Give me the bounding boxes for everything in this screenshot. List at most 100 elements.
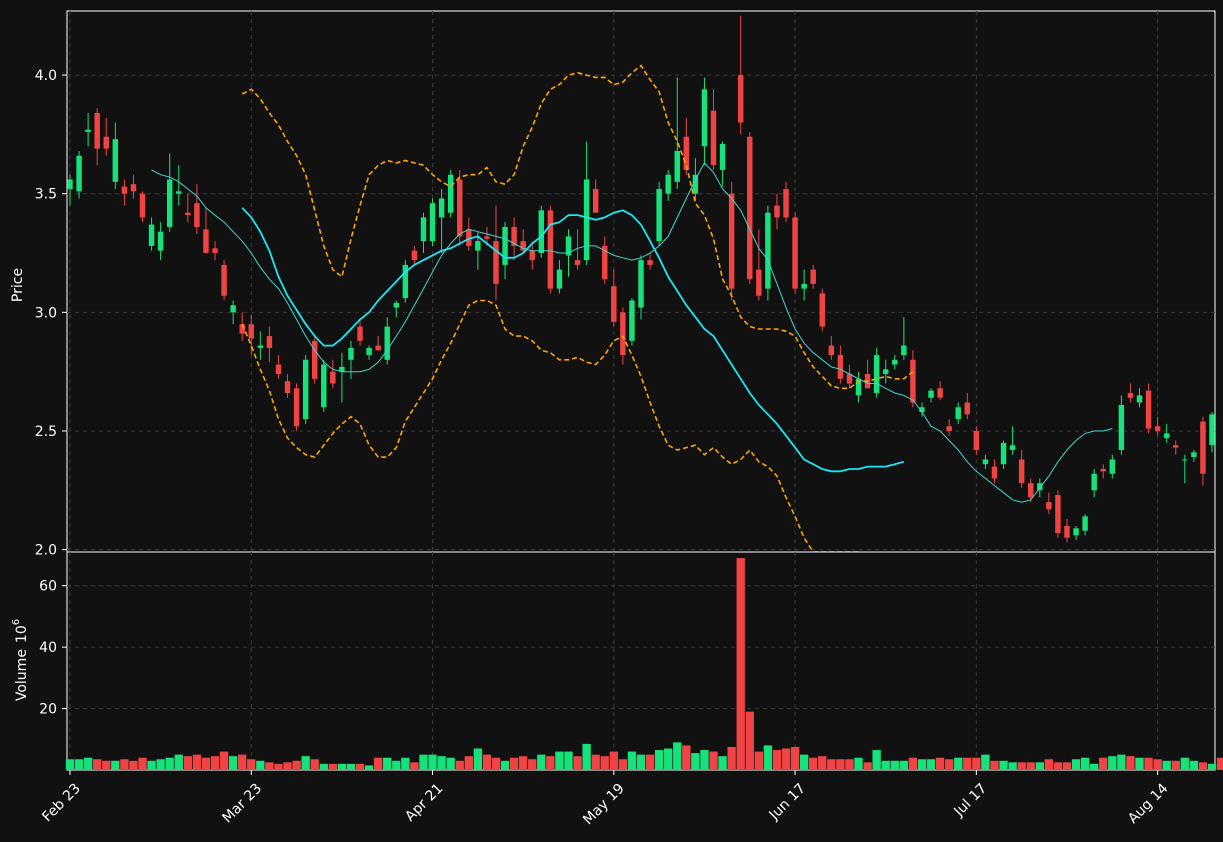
price-tick-label: 3.0	[35, 305, 57, 321]
candle-body	[157, 231, 164, 251]
candle-body	[1145, 390, 1152, 429]
volume-bar	[990, 760, 999, 770]
volume-bar	[310, 759, 319, 770]
volume-bar	[138, 757, 147, 770]
volume-bar	[93, 759, 102, 770]
candle-body	[321, 364, 327, 408]
volume-bar	[1117, 754, 1126, 770]
candle-body	[901, 345, 907, 356]
volume-bar	[364, 765, 374, 770]
volume-bar	[627, 751, 637, 770]
volume-bar	[238, 754, 247, 770]
volume-bar	[1198, 762, 1208, 770]
volume-bar	[192, 754, 202, 770]
candle-body	[783, 188, 789, 218]
candle-body	[67, 179, 73, 189]
volume-bar	[908, 757, 918, 770]
candle-body	[1064, 525, 1070, 538]
volume-bar	[74, 759, 84, 770]
volume-bar	[790, 746, 800, 770]
candle-body	[1173, 445, 1179, 448]
volume-bar	[890, 760, 899, 770]
volume-bar	[809, 757, 818, 770]
candle-body	[230, 305, 236, 313]
candle-body	[837, 355, 844, 379]
volume-tick-label: 40	[39, 640, 57, 656]
volume-bar	[863, 762, 872, 770]
volume-bar	[1189, 760, 1199, 770]
volume-bar	[1026, 762, 1035, 770]
candle-body	[257, 345, 264, 348]
candle-body	[348, 347, 354, 360]
volume-bar	[1090, 763, 1099, 770]
volume-bar	[455, 760, 464, 770]
volume-bar	[636, 754, 646, 770]
volume-tick-label: 60	[39, 579, 57, 595]
volume-bar	[872, 750, 881, 770]
candle-body	[737, 75, 744, 123]
candle-body	[148, 224, 155, 246]
candle-body	[747, 136, 753, 280]
volume-bar	[1126, 756, 1135, 770]
volume-bar	[745, 711, 754, 770]
candle-body	[629, 300, 635, 341]
volume-bar	[582, 743, 591, 770]
volume-bar	[664, 748, 673, 770]
candle-body	[964, 402, 971, 415]
volume-bar	[274, 763, 283, 770]
candle-body	[1028, 483, 1034, 498]
volume-bar	[183, 756, 192, 770]
price-axis-label: Price	[10, 268, 26, 302]
candle-body	[892, 359, 898, 365]
volume-bar	[845, 759, 854, 770]
candle-body	[112, 139, 119, 182]
candle-body	[384, 326, 390, 360]
volume-bar	[464, 756, 473, 770]
candle-body	[683, 136, 690, 170]
volume-bar	[1071, 759, 1081, 770]
candle-body	[429, 203, 436, 242]
volume-bar	[491, 757, 501, 770]
volume-bar	[682, 745, 691, 770]
price-tick-label: 3.5	[35, 187, 57, 203]
volume-bar	[537, 754, 546, 770]
candle-body	[85, 129, 91, 133]
candle-body	[701, 89, 708, 147]
volume-bar	[727, 746, 736, 770]
candle-body	[94, 113, 100, 149]
volume-bar	[1080, 757, 1090, 770]
candle-body	[420, 217, 427, 242]
candle-body	[756, 269, 762, 296]
volume-bar	[319, 763, 328, 770]
volume-bar	[1207, 763, 1217, 770]
candle-body	[212, 248, 218, 254]
volume-bar	[763, 745, 773, 770]
volume-bar	[500, 760, 510, 770]
volume-bar	[210, 756, 220, 770]
candle-body	[647, 260, 653, 265]
candle-body	[330, 371, 336, 384]
volume-bar	[972, 757, 981, 770]
candlestick-chart: 2.02.53.03.54.0 Price 204060 Volume106 F…	[0, 0, 1223, 842]
candle-body	[547, 210, 554, 289]
volume-bar	[564, 751, 573, 770]
candle-body	[873, 355, 880, 394]
candle-body	[121, 186, 128, 194]
volume-bar	[346, 763, 356, 770]
candle-body	[366, 347, 372, 356]
volume-bar	[301, 756, 310, 770]
volume-bar	[129, 760, 138, 770]
volume-bar	[654, 750, 664, 770]
candle-body	[583, 179, 590, 261]
candle-body	[620, 312, 626, 356]
volume-bar	[1053, 762, 1063, 770]
volume-bar	[111, 760, 120, 770]
volume-bar	[156, 759, 165, 770]
volume-axis-label-text: Volume	[14, 649, 30, 701]
candle-body	[139, 193, 146, 218]
volume-bar	[247, 759, 256, 770]
volume-bar	[265, 762, 274, 770]
candle-body	[166, 179, 173, 227]
candle-body	[484, 236, 490, 239]
candle-body	[284, 381, 291, 394]
